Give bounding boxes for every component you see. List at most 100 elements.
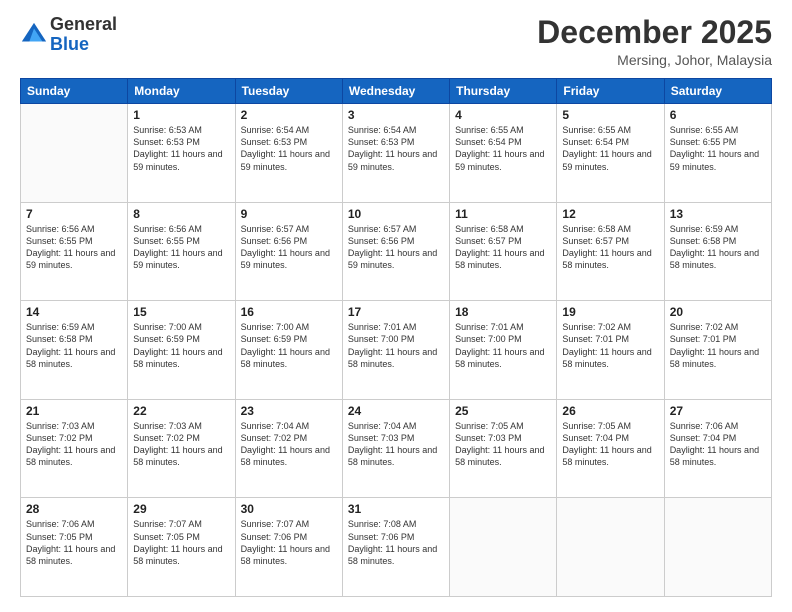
- calendar-cell: 23 Sunrise: 7:04 AMSunset: 7:02 PMDayligh…: [235, 399, 342, 498]
- col-thursday: Thursday: [450, 79, 557, 104]
- day-info: Sunrise: 6:56 AMSunset: 6:55 PMDaylight:…: [26, 223, 122, 272]
- day-info: Sunrise: 7:01 AMSunset: 7:00 PMDaylight:…: [455, 321, 551, 370]
- calendar-cell: 7Sunrise: 6:56 AMSunset: 6:55 PMDaylight…: [21, 202, 128, 301]
- day-info: Sunrise: 7:00 AMSunset: 6:59 PMDaylight:…: [241, 321, 337, 370]
- day-number: 20: [670, 305, 766, 319]
- day-number: 4: [455, 108, 551, 122]
- day-info: Sunrise: 6:57 AMSunset: 6:56 PMDaylight:…: [241, 223, 337, 272]
- day-number: 15: [133, 305, 229, 319]
- calendar-cell: [664, 498, 771, 597]
- day-number: 1: [133, 108, 229, 122]
- day-number: 21: [26, 404, 122, 418]
- day-info: Sunrise: 7:03 AMSunset: 7:02 PMDaylight:…: [133, 420, 229, 469]
- day-info: Sunrise: 7:03 AMSunset: 7:02 PMDaylight:…: [26, 420, 122, 469]
- day-info: Sunrise: 7:04 AMSunset: 7:02 PMDaylight:…: [241, 420, 337, 469]
- week-row-4: 28Sunrise: 7:06 AMSunset: 7:05 PMDayligh…: [21, 498, 772, 597]
- calendar-cell: 8 Sunrise: 6:56 AMSunset: 6:55 PMDaylight…: [128, 202, 235, 301]
- day-info: Sunrise: 7:06 AMSunset: 7:04 PMDaylight:…: [670, 420, 766, 469]
- page: General Blue December 2025 Mersing, Joho…: [0, 0, 792, 612]
- day-info: Sunrise: 6:56 AMSunset: 6:55 PMDaylight:…: [133, 223, 229, 272]
- location: Mersing, Johor, Malaysia: [537, 52, 772, 68]
- col-saturday: Saturday: [664, 79, 771, 104]
- day-info: Sunrise: 7:05 AMSunset: 7:04 PMDaylight:…: [562, 420, 658, 469]
- calendar-cell: 14Sunrise: 6:59 AMSunset: 6:58 PMDayligh…: [21, 301, 128, 400]
- week-row-0: 1Sunrise: 6:53 AMSunset: 6:53 PMDaylight…: [21, 104, 772, 203]
- week-row-2: 14Sunrise: 6:59 AMSunset: 6:58 PMDayligh…: [21, 301, 772, 400]
- day-number: 8: [133, 207, 229, 221]
- calendar-cell: 26 Sunrise: 7:05 AMSunset: 7:04 PMDayligh…: [557, 399, 664, 498]
- calendar-cell: 19 Sunrise: 7:02 AMSunset: 7:01 PMDayligh…: [557, 301, 664, 400]
- calendar-body: 1Sunrise: 6:53 AMSunset: 6:53 PMDaylight…: [21, 104, 772, 597]
- day-number: 28: [26, 502, 122, 516]
- calendar-cell: 5 Sunrise: 6:55 AMSunset: 6:54 PMDaylight…: [557, 104, 664, 203]
- col-wednesday: Wednesday: [342, 79, 449, 104]
- calendar-cell: [21, 104, 128, 203]
- calendar-cell: 17 Sunrise: 7:01 AMSunset: 7:00 PMDayligh…: [342, 301, 449, 400]
- day-number: 29: [133, 502, 229, 516]
- day-info: Sunrise: 6:57 AMSunset: 6:56 PMDaylight:…: [348, 223, 444, 272]
- calendar-cell: 2 Sunrise: 6:54 AMSunset: 6:53 PMDaylight…: [235, 104, 342, 203]
- day-number: 17: [348, 305, 444, 319]
- day-number: 19: [562, 305, 658, 319]
- header: General Blue December 2025 Mersing, Joho…: [20, 15, 772, 68]
- calendar-cell: [557, 498, 664, 597]
- day-number: 11: [455, 207, 551, 221]
- day-number: 23: [241, 404, 337, 418]
- col-sunday: Sunday: [21, 79, 128, 104]
- day-info: Sunrise: 6:59 AMSunset: 6:58 PMDaylight:…: [670, 223, 766, 272]
- day-info: Sunrise: 7:00 AMSunset: 6:59 PMDaylight:…: [133, 321, 229, 370]
- day-number: 2: [241, 108, 337, 122]
- calendar-cell: 22 Sunrise: 7:03 AMSunset: 7:02 PMDayligh…: [128, 399, 235, 498]
- day-number: 12: [562, 207, 658, 221]
- calendar-cell: 11 Sunrise: 6:58 AMSunset: 6:57 PMDayligh…: [450, 202, 557, 301]
- calendar: Sunday Monday Tuesday Wednesday Thursday…: [20, 78, 772, 597]
- day-info: Sunrise: 7:07 AMSunset: 7:05 PMDaylight:…: [133, 518, 229, 567]
- calendar-cell: 30 Sunrise: 7:07 AMSunset: 7:06 PMDayligh…: [235, 498, 342, 597]
- calendar-cell: 24 Sunrise: 7:04 AMSunset: 7:03 PMDayligh…: [342, 399, 449, 498]
- day-number: 9: [241, 207, 337, 221]
- calendar-cell: 31 Sunrise: 7:08 AMSunset: 7:06 PMDayligh…: [342, 498, 449, 597]
- header-row: Sunday Monday Tuesday Wednesday Thursday…: [21, 79, 772, 104]
- day-number: 16: [241, 305, 337, 319]
- title-block: December 2025 Mersing, Johor, Malaysia: [537, 15, 772, 68]
- calendar-cell: 28Sunrise: 7:06 AMSunset: 7:05 PMDayligh…: [21, 498, 128, 597]
- day-number: 27: [670, 404, 766, 418]
- day-info: Sunrise: 7:01 AMSunset: 7:00 PMDaylight:…: [348, 321, 444, 370]
- calendar-cell: [450, 498, 557, 597]
- calendar-cell: 18Sunrise: 7:01 AMSunset: 7:00 PMDayligh…: [450, 301, 557, 400]
- week-row-3: 21 Sunrise: 7:03 AMSunset: 7:02 PMDayligh…: [21, 399, 772, 498]
- day-number: 5: [562, 108, 658, 122]
- day-number: 10: [348, 207, 444, 221]
- calendar-cell: 12 Sunrise: 6:58 AMSunset: 6:57 PMDayligh…: [557, 202, 664, 301]
- day-info: Sunrise: 6:58 AMSunset: 6:57 PMDaylight:…: [455, 223, 551, 272]
- day-info: Sunrise: 7:04 AMSunset: 7:03 PMDaylight:…: [348, 420, 444, 469]
- day-info: Sunrise: 7:07 AMSunset: 7:06 PMDaylight:…: [241, 518, 337, 567]
- day-number: 22: [133, 404, 229, 418]
- day-number: 26: [562, 404, 658, 418]
- day-info: Sunrise: 6:58 AMSunset: 6:57 PMDaylight:…: [562, 223, 658, 272]
- col-tuesday: Tuesday: [235, 79, 342, 104]
- calendar-cell: 9 Sunrise: 6:57 AMSunset: 6:56 PMDaylight…: [235, 202, 342, 301]
- day-info: Sunrise: 7:08 AMSunset: 7:06 PMDaylight:…: [348, 518, 444, 567]
- calendar-cell: 10 Sunrise: 6:57 AMSunset: 6:56 PMDayligh…: [342, 202, 449, 301]
- logo-icon: [20, 21, 48, 49]
- calendar-cell: 15 Sunrise: 7:00 AMSunset: 6:59 PMDayligh…: [128, 301, 235, 400]
- day-number: 13: [670, 207, 766, 221]
- col-monday: Monday: [128, 79, 235, 104]
- calendar-cell: 20Sunrise: 7:02 AMSunset: 7:01 PMDayligh…: [664, 301, 771, 400]
- day-number: 30: [241, 502, 337, 516]
- day-number: 31: [348, 502, 444, 516]
- day-info: Sunrise: 6:59 AMSunset: 6:58 PMDaylight:…: [26, 321, 122, 370]
- calendar-cell: 27 Sunrise: 7:06 AMSunset: 7:04 PMDayligh…: [664, 399, 771, 498]
- calendar-cell: 25Sunrise: 7:05 AMSunset: 7:03 PMDayligh…: [450, 399, 557, 498]
- day-info: Sunrise: 7:02 AMSunset: 7:01 PMDaylight:…: [562, 321, 658, 370]
- day-info: Sunrise: 6:55 AMSunset: 6:54 PMDaylight:…: [455, 124, 551, 173]
- calendar-cell: 16 Sunrise: 7:00 AMSunset: 6:59 PMDayligh…: [235, 301, 342, 400]
- calendar-cell: 29 Sunrise: 7:07 AMSunset: 7:05 PMDayligh…: [128, 498, 235, 597]
- day-number: 24: [348, 404, 444, 418]
- day-info: Sunrise: 6:55 AMSunset: 6:55 PMDaylight:…: [670, 124, 766, 173]
- month-title: December 2025: [537, 15, 772, 50]
- day-info: Sunrise: 6:54 AMSunset: 6:53 PMDaylight:…: [241, 124, 337, 173]
- calendar-cell: 1Sunrise: 6:53 AMSunset: 6:53 PMDaylight…: [128, 104, 235, 203]
- day-info: Sunrise: 6:55 AMSunset: 6:54 PMDaylight:…: [562, 124, 658, 173]
